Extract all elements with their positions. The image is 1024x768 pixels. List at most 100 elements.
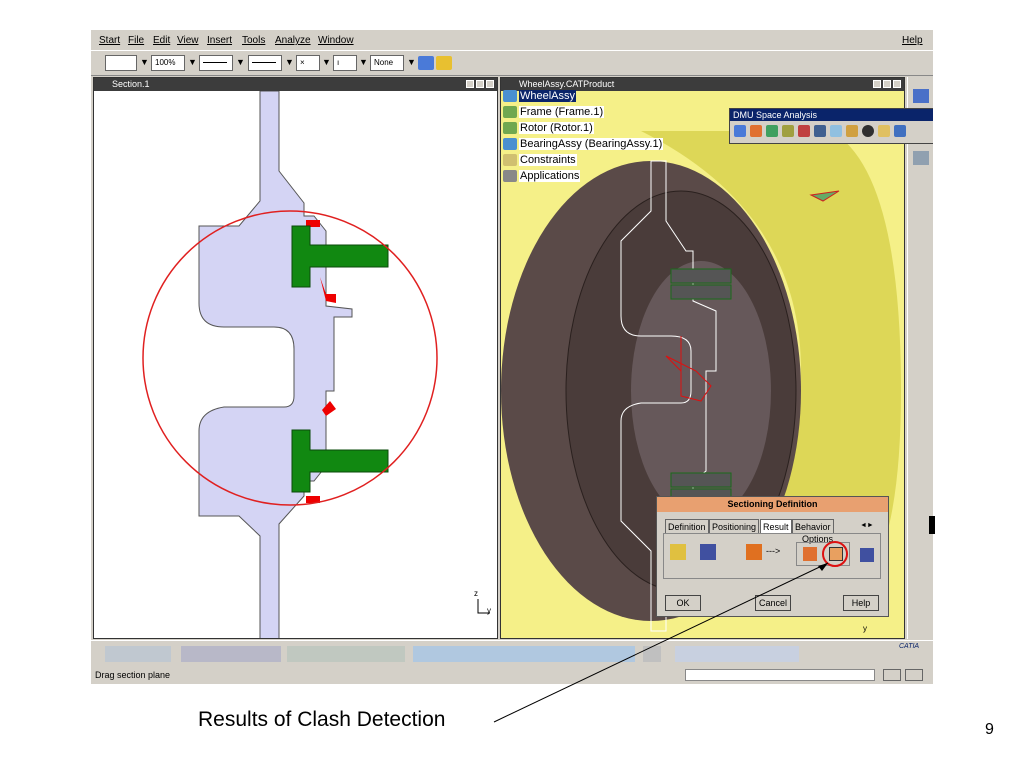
highlight-circle xyxy=(822,541,848,567)
minimize-icon[interactable] xyxy=(466,80,474,88)
fire-icon[interactable] xyxy=(803,547,817,561)
measure-icon[interactable] xyxy=(814,125,826,137)
tree-node-bearingassy[interactable]: BearingAssy (BearingAssy.1) xyxy=(503,138,664,154)
view-toolbar-icons[interactable] xyxy=(413,646,635,662)
catalog-icon[interactable] xyxy=(643,646,661,662)
thickness-icon[interactable] xyxy=(862,125,874,137)
distance-icon[interactable] xyxy=(766,125,778,137)
edit-toolbar-icons[interactable] xyxy=(181,646,281,662)
tree-node-applications[interactable]: Applications xyxy=(503,170,663,186)
menu-tools[interactable]: Tools xyxy=(242,35,265,46)
thickness-dropdown-icon[interactable]: ▼ xyxy=(285,57,294,67)
product-icon xyxy=(503,90,517,103)
black-marker xyxy=(929,516,935,534)
standard-toolbar-icons[interactable] xyxy=(105,646,171,662)
section-window-titlebar: Section.1 xyxy=(94,78,497,91)
brush-icon[interactable] xyxy=(436,56,452,70)
move-icon[interactable] xyxy=(913,151,929,165)
help-button[interactable]: Help xyxy=(843,595,879,611)
thickness-field[interactable] xyxy=(248,55,282,71)
upper-bolt xyxy=(291,225,389,288)
menu-insert[interactable]: Insert xyxy=(207,35,232,46)
inertia-icon[interactable] xyxy=(846,125,858,137)
painter-icon[interactable] xyxy=(418,56,434,70)
grid-options-icon[interactable] xyxy=(860,548,874,562)
part-icon xyxy=(503,122,517,135)
axis-y-label: y xyxy=(487,606,491,615)
layer-field[interactable]: None xyxy=(370,55,404,71)
minimize-icon[interactable] xyxy=(873,80,881,88)
arc-icon[interactable] xyxy=(830,125,842,137)
status-text: Drag section plane xyxy=(95,670,171,680)
knowledge-toolbar-icons[interactable] xyxy=(287,646,405,662)
layer-filter-field[interactable]: ı xyxy=(333,55,357,71)
linetype-field[interactable] xyxy=(199,55,233,71)
section-view[interactable]: z y xyxy=(94,91,497,639)
catia-window: Start File Edit View Insert Tools Analyz… xyxy=(91,30,933,684)
applications-icon xyxy=(503,170,517,183)
clash-icon[interactable] xyxy=(734,125,746,137)
catia-logo: CATIA xyxy=(899,643,920,650)
2d-icon[interactable] xyxy=(878,125,890,137)
options-group xyxy=(796,541,850,567)
tab-scroll-icon[interactable]: ◄► xyxy=(860,522,874,529)
sectioning-definition-dialog: Sectioning Definition Definition Positio… xyxy=(656,496,889,617)
bottom-toolbar: CATIA xyxy=(91,640,933,666)
maximize-icon[interactable] xyxy=(476,80,484,88)
dialog-title: Sectioning Definition xyxy=(657,497,888,512)
product-icon xyxy=(503,138,517,151)
3d-icon[interactable] xyxy=(894,125,906,137)
layer-dropdown-icon[interactable]: ▼ xyxy=(407,57,416,67)
maximize-icon[interactable] xyxy=(883,80,891,88)
menu-window[interactable]: Window xyxy=(318,35,354,46)
filter-dropdown-icon[interactable]: ▼ xyxy=(359,57,368,67)
point-dropdown-icon[interactable]: ▼ xyxy=(322,57,331,67)
graphic-properties-toolbar: ▼ 100% ▼ ▼ ▼ × ▼ ı ▼ None ▼ xyxy=(91,50,933,76)
axis-z-label: z xyxy=(474,589,478,598)
close-icon[interactable] xyxy=(486,80,494,88)
sectioning-icon[interactable] xyxy=(750,125,762,137)
menu-file[interactable]: File xyxy=(128,35,144,46)
product-window-title: WheelAssy.CATProduct xyxy=(519,79,615,89)
command-input[interactable] xyxy=(685,669,875,681)
point-symbol-field[interactable]: × xyxy=(296,55,320,71)
tab-behavior[interactable]: Behavior xyxy=(792,519,834,533)
lower-bolt xyxy=(291,429,389,493)
tab-result[interactable]: Result xyxy=(760,519,792,533)
menu-edit[interactable]: Edit xyxy=(153,35,170,46)
constraints-icon xyxy=(503,154,517,167)
linetype-dropdown-icon[interactable]: ▼ xyxy=(236,57,245,67)
status-button-2[interactable] xyxy=(905,669,923,681)
export-icon[interactable] xyxy=(670,544,686,560)
menu-view[interactable]: View xyxy=(177,35,199,46)
zoom-field[interactable]: 100% xyxy=(151,55,185,71)
grid-icon[interactable] xyxy=(700,544,716,560)
part-icon xyxy=(503,106,517,119)
status-button-1[interactable] xyxy=(883,669,901,681)
right-toolbar xyxy=(907,77,933,639)
menu-help[interactable]: Help xyxy=(902,35,923,46)
workbench-icon[interactable] xyxy=(913,89,929,103)
tree-node-constraints[interactable]: Constraints xyxy=(503,154,663,170)
zoom-dropdown-icon[interactable]: ▼ xyxy=(188,57,197,67)
band-analysis-icon[interactable] xyxy=(782,125,794,137)
color-field[interactable] xyxy=(105,55,137,71)
cancel-button[interactable]: Cancel xyxy=(755,595,791,611)
section-result-icon[interactable] xyxy=(746,544,762,560)
tab-definition[interactable]: Definition xyxy=(665,519,709,533)
close-icon[interactable] xyxy=(893,80,901,88)
menu-start[interactable]: Start xyxy=(99,35,120,46)
section-window-title: Section.1 xyxy=(112,79,150,89)
tree-node-wheelassy[interactable]: WheelAssy xyxy=(503,90,663,106)
dmu-toolbar-icons[interactable] xyxy=(675,646,799,662)
tree-node-rotor[interactable]: Rotor (Rotor.1) xyxy=(503,122,663,138)
tab-positioning[interactable]: Positioning xyxy=(709,519,760,533)
compare-icon[interactable] xyxy=(798,125,810,137)
dmu-toolbar-title: DMU Space Analysis xyxy=(730,109,933,121)
tree-node-frame[interactable]: Frame (Frame.1) xyxy=(503,106,663,122)
section-profile xyxy=(198,91,353,638)
ok-button[interactable]: OK xyxy=(665,595,701,611)
axis-label-3d: y xyxy=(863,624,867,633)
color-dropdown-icon[interactable]: ▼ xyxy=(140,57,149,67)
menu-analyze[interactable]: Analyze xyxy=(275,35,311,46)
